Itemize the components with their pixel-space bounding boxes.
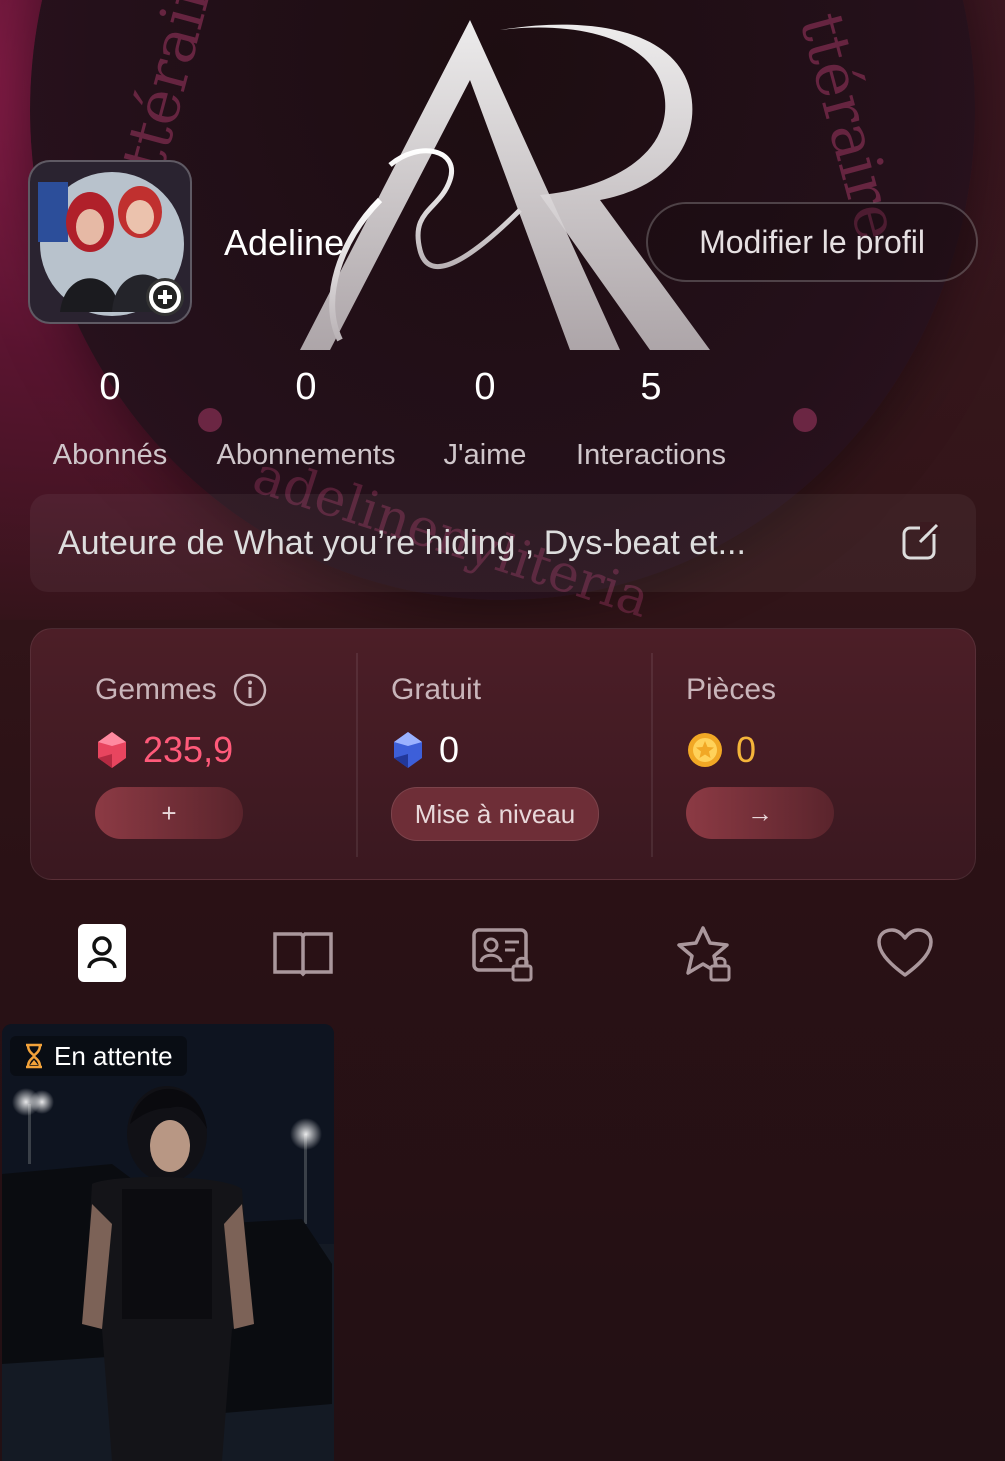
divider	[651, 653, 653, 857]
tab-id-card[interactable]	[468, 918, 538, 988]
coins-value-row: 0	[686, 729, 756, 771]
free-label: Gratuit	[391, 673, 482, 706]
book-icon	[273, 932, 333, 977]
plus-circle-icon	[153, 285, 177, 309]
buy-gems-button[interactable]: +	[95, 787, 243, 839]
coins-arrow-button[interactable]: →	[686, 787, 834, 839]
stat-value: 0	[295, 366, 317, 408]
add-avatar-button[interactable]	[146, 278, 184, 316]
id-card-lock-icon	[472, 928, 533, 982]
coins-label: Pièces	[686, 673, 777, 706]
coin-icon	[688, 733, 722, 767]
story-card[interactable]: En attente	[2, 1024, 334, 1461]
stat-label: Abonnés	[52, 439, 168, 471]
stat-value: 0	[474, 366, 496, 408]
blue-gem-icon	[394, 732, 422, 768]
free-value: 0	[439, 729, 460, 770]
coins-column: Pièces 0 →	[686, 629, 946, 881]
stat-likes[interactable]: 0 J'aime	[430, 366, 540, 472]
stat-label: Abonnements	[216, 439, 396, 471]
gems-value: 235,9	[143, 729, 234, 770]
tab-likes[interactable]	[870, 918, 940, 988]
tab-profile[interactable]	[67, 918, 137, 988]
stat-value: 5	[640, 366, 662, 408]
edit-icon[interactable]	[900, 522, 940, 562]
info-icon[interactable]	[233, 673, 267, 707]
stat-value: 0	[99, 366, 121, 408]
gems-label: Gemmes	[95, 673, 217, 706]
status-badge: En attente	[10, 1036, 187, 1076]
story-cover-image	[2, 1024, 334, 1461]
gems-column: Gemmes 235,9 +	[95, 629, 355, 881]
coins-value: 0	[736, 729, 757, 770]
divider	[356, 653, 358, 857]
hourglass-icon	[26, 1043, 42, 1069]
red-gem-icon	[98, 732, 126, 768]
upgrade-button[interactable]: Mise à niveau	[391, 787, 599, 841]
wallet-panel: Gemmes 235,9 + Gratuit 0 Mise à niveau P…	[30, 628, 976, 880]
stat-followers[interactable]: 0 Abonnés	[40, 366, 180, 472]
profile-tabs	[0, 918, 1005, 988]
username: Adeline	[224, 222, 345, 263]
tab-favorites[interactable]	[670, 918, 740, 988]
profile-icon	[78, 924, 126, 982]
gems-value-row: 235,9	[95, 729, 233, 771]
stat-following[interactable]: 0 Abonnements	[200, 366, 412, 472]
heart-icon	[877, 928, 933, 977]
status-text: En attente	[54, 1040, 173, 1071]
bio-box[interactable]: Auteure de What you’re hiding , Dys-beat…	[30, 494, 976, 592]
edit-profile-button[interactable]: Modifier le profil	[646, 202, 978, 282]
free-value-row: 0	[391, 729, 459, 771]
stat-label: J'aime	[443, 439, 527, 471]
tab-books[interactable]	[268, 918, 338, 988]
bio-text: Auteure de What you’re hiding , Dys-beat…	[58, 523, 746, 562]
stat-interactions[interactable]: 5 Interactions	[556, 366, 746, 472]
gems-label-row: Gemmes	[95, 673, 267, 707]
star-lock-icon	[677, 926, 731, 982]
free-column: Gratuit 0 Mise à niveau	[391, 629, 651, 881]
stat-label: Interactions	[576, 439, 726, 471]
